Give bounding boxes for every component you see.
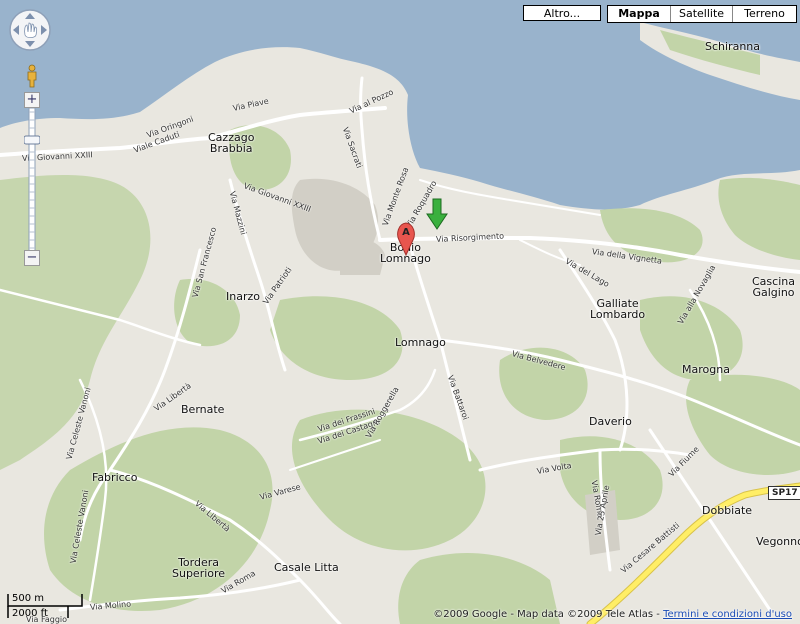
zoom-slider-thumb	[24, 135, 40, 145]
town-label-bernate: Bernate	[181, 403, 225, 416]
street-view-pegman[interactable]	[24, 64, 40, 88]
town-label-tordera-superiore: Tordera Superiore	[172, 556, 226, 580]
map-type-terrain-button[interactable]: Terreno	[733, 6, 796, 22]
pan-control[interactable]	[8, 8, 52, 52]
copyright: ©2009 Google - Map data ©2009 Tele Atlas…	[433, 609, 792, 620]
marker-a-letter: A	[402, 227, 410, 238]
copyright-text: ©2009 Google - Map data ©2009 Tele Atlas…	[433, 609, 664, 620]
town-label-marogna: Marogna	[682, 363, 730, 376]
map-type-selector: Mappa Satellite Terreno	[607, 5, 797, 23]
town-label-casale-litta: Casale Litta	[274, 561, 339, 574]
scale-imperial: 2000 ft	[12, 608, 48, 619]
town-label-daverio: Daverio	[589, 415, 632, 428]
terms-link[interactable]: Termini e condizioni d'uso	[663, 609, 792, 620]
pan-control-icon	[9, 9, 51, 51]
zoom-out-button[interactable]: −	[24, 250, 40, 266]
town-label-inarzo: Inarzo	[226, 290, 260, 303]
zoom-in-button[interactable]: +	[24, 92, 40, 108]
scale-bar: 500 m 2000 ft	[6, 592, 126, 622]
marker-b[interactable]	[426, 198, 448, 234]
map-type-satellite-button[interactable]: Satellite	[671, 6, 733, 22]
map-type-map-button[interactable]: Mappa	[608, 6, 671, 22]
map-canvas[interactable]: Schiranna Cazzago Brabbia Bodio Lomnago …	[0, 0, 800, 624]
town-label-schiranna: Schiranna	[705, 40, 761, 53]
town-label-lomnago: Lomnago	[395, 336, 446, 349]
green-arrow-icon	[426, 198, 448, 230]
town-label-cazzago-brabbia: Cazzago Brabbia	[208, 131, 255, 155]
road-shield-sp17: SP17	[768, 486, 800, 500]
pegman-icon	[27, 64, 37, 88]
town-label-vegonno: Vegonno	[756, 535, 800, 548]
map-pin-icon: A	[397, 222, 415, 257]
town-label-cascina-galgino: Cascina Galgino	[752, 275, 795, 299]
town-label-galliate-lombardo: Galliate Lombardo	[590, 297, 646, 321]
scale-metric: 500 m	[12, 593, 45, 604]
marker-a[interactable]: A	[396, 222, 416, 260]
zoom-slider[interactable]	[24, 108, 40, 254]
town-label-dobbiate: Dobbiate	[702, 504, 753, 517]
more-button[interactable]: Altro...	[523, 5, 601, 21]
town-label-fabricco: Fabricco	[92, 471, 138, 484]
